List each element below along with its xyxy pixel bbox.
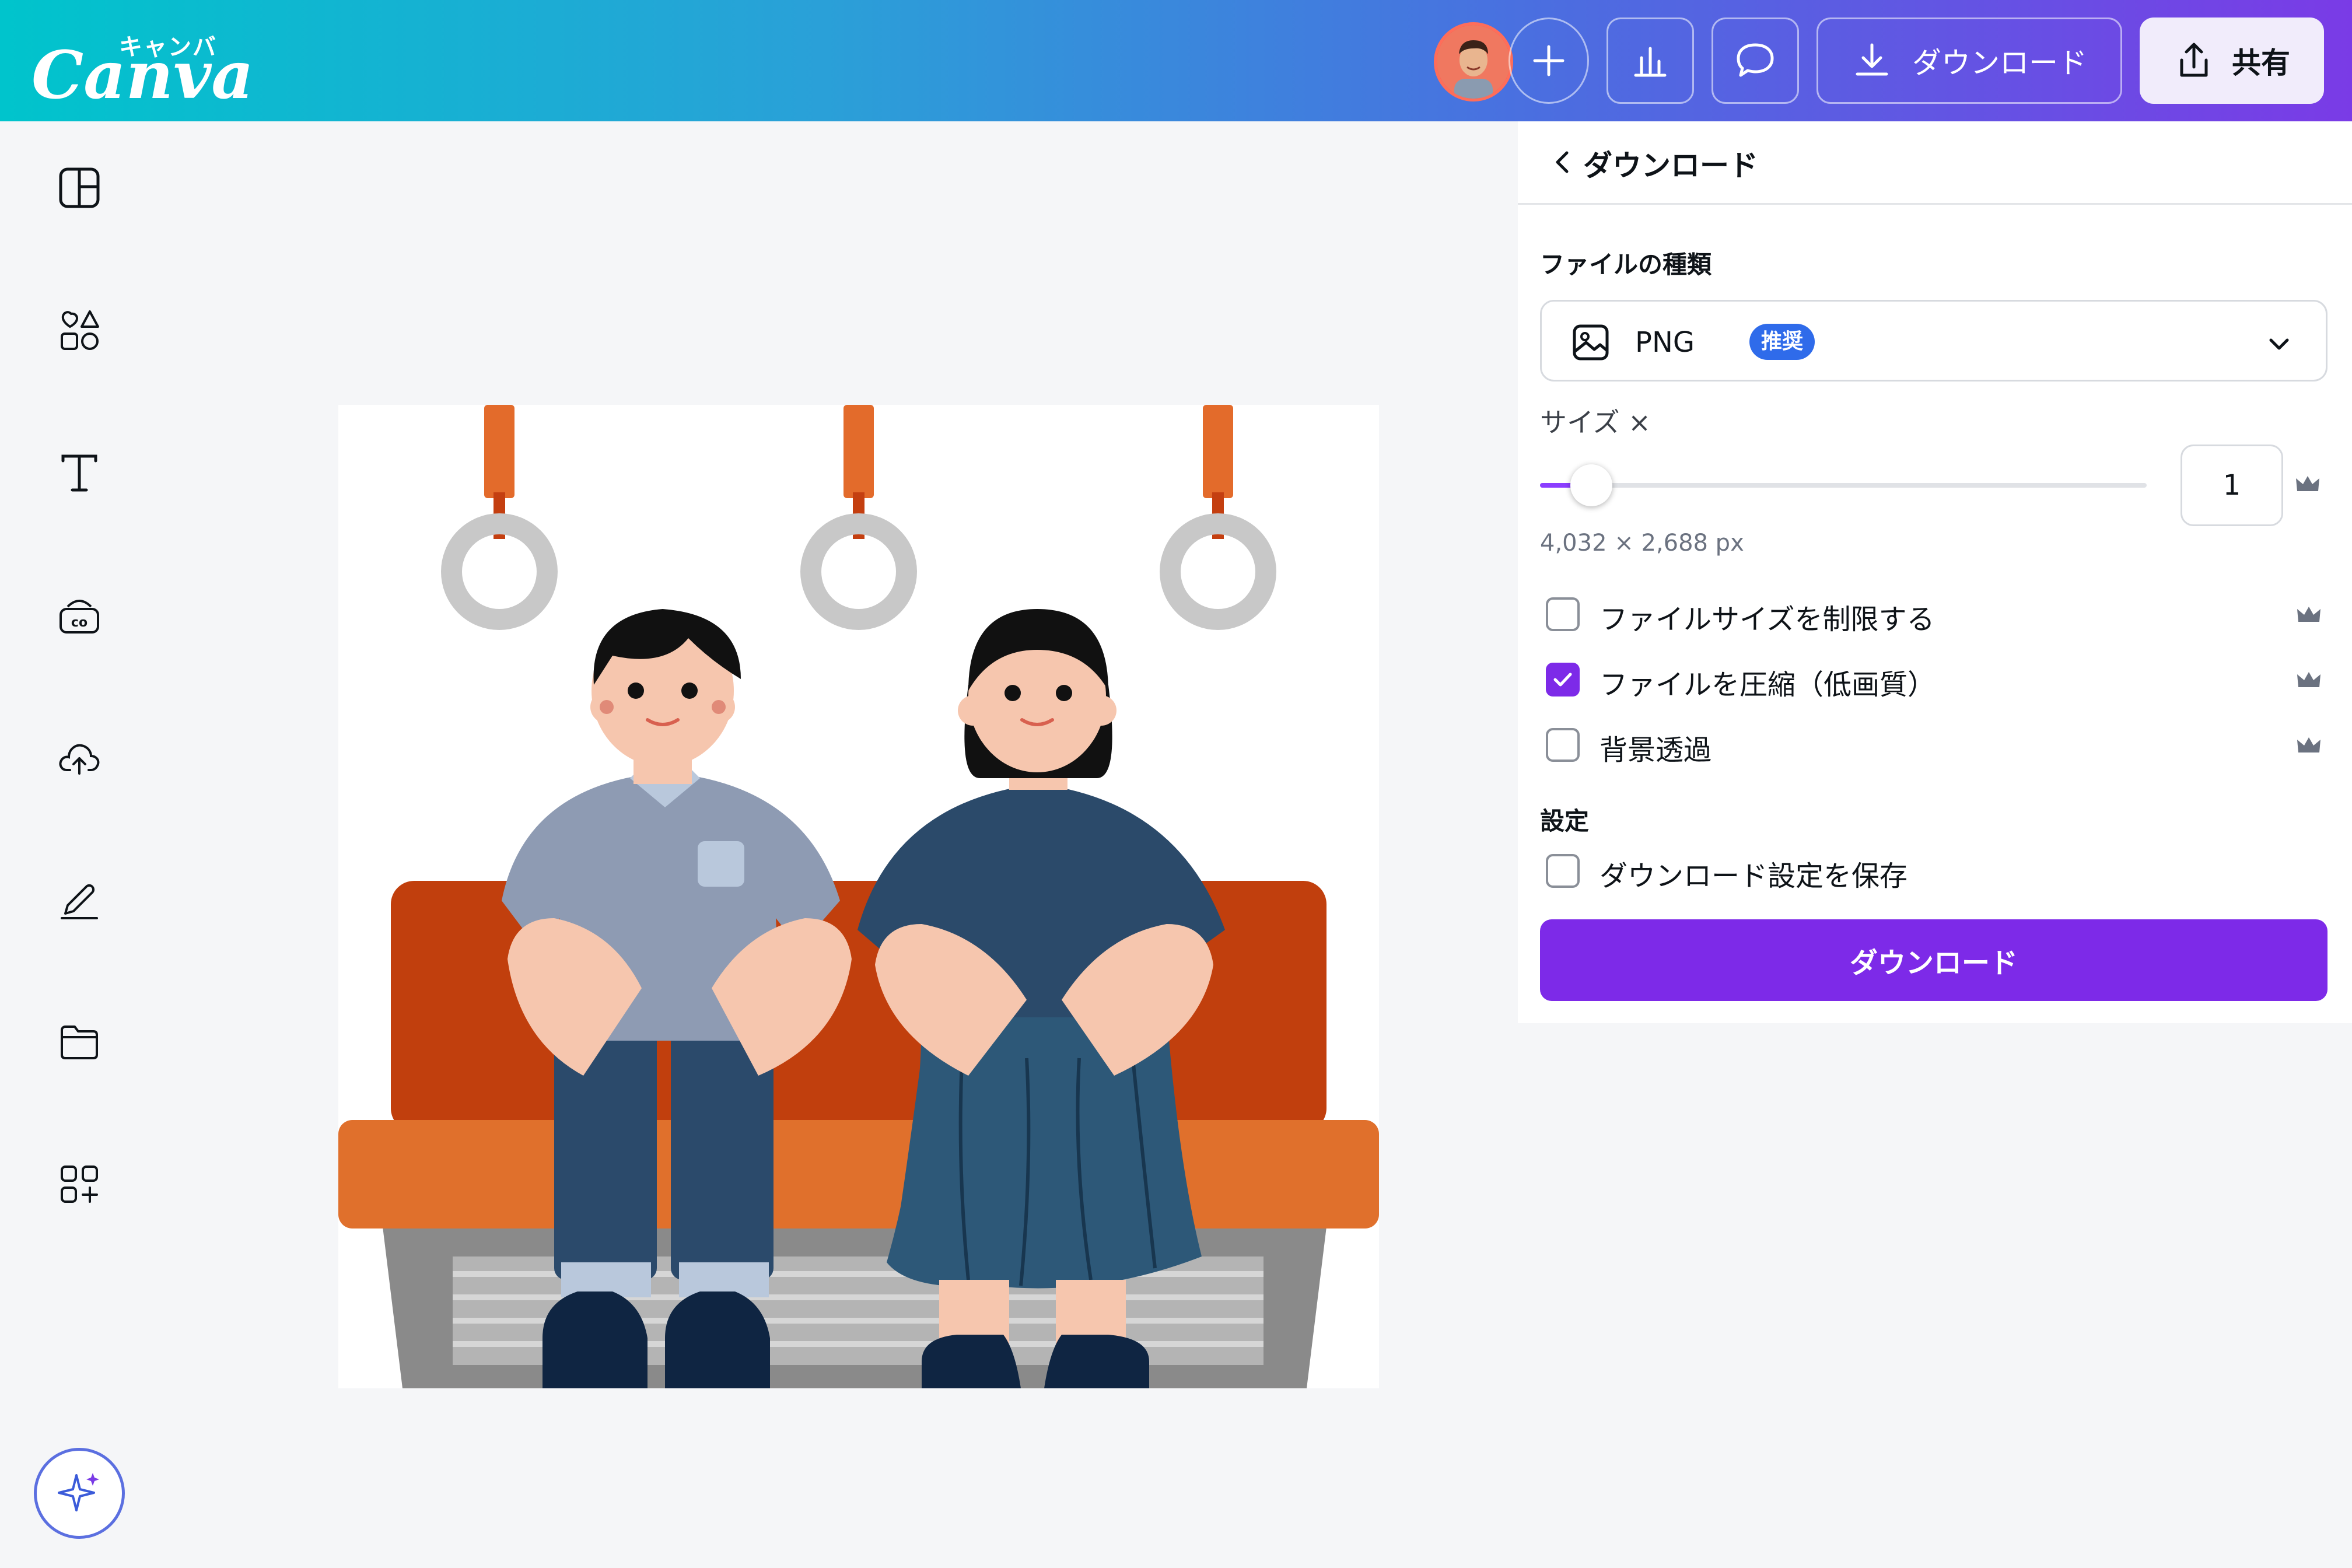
brand-icon: co xyxy=(60,600,99,634)
share-upload-icon xyxy=(2180,43,2208,77)
settings-label: 設定 xyxy=(1540,807,1590,835)
add-collaborator-button[interactable] xyxy=(1508,18,1589,104)
size-slider[interactable] xyxy=(1540,464,2147,506)
crown-icon xyxy=(2296,476,2319,491)
share-label: 共有 xyxy=(2232,46,2290,80)
rail-design-button[interactable] xyxy=(50,159,108,217)
share-button[interactable]: 共有 xyxy=(2140,18,2324,104)
svg-text:co: co xyxy=(71,615,88,630)
crown-icon xyxy=(2297,607,2320,622)
file-type-label: ファイルの種類 xyxy=(1540,250,1712,279)
text-icon xyxy=(61,454,97,492)
train-seat-icon xyxy=(338,881,1379,1388)
strap-handle-icon xyxy=(441,405,558,630)
option-checkbox[interactable] xyxy=(1546,728,1580,762)
download-panel: ダウンロード ファイルの種類 PNG 推奨 サイズ × 1 4,032 × 2,… xyxy=(1518,121,2352,1023)
avatar[interactable] xyxy=(1434,22,1513,102)
panel-title: ダウンロード xyxy=(1583,149,1758,183)
layout-icon xyxy=(59,167,100,208)
folder-icon xyxy=(61,1026,98,1059)
save-settings-row[interactable]: ダウンロード設定を保存 xyxy=(1546,850,2328,892)
cloud-upload-icon xyxy=(59,744,100,775)
option-row[interactable]: 背景透過 xyxy=(1546,724,2328,766)
option-checkbox[interactable] xyxy=(1546,663,1580,696)
rail-projects-button[interactable] xyxy=(50,1013,108,1071)
rail-apps-button[interactable] xyxy=(50,1155,108,1213)
panel-header: ダウンロード xyxy=(1518,121,2352,205)
strap-handle-icon xyxy=(800,405,917,630)
chevron-left-icon[interactable] xyxy=(1546,145,1581,180)
sparkle-icon xyxy=(58,1473,99,1511)
comments-button[interactable] xyxy=(1712,18,1799,104)
download-button[interactable]: ダウンロード xyxy=(1540,919,2328,1001)
recommended-badge: 推奨 xyxy=(1749,324,1815,360)
draw-pen-icon xyxy=(61,884,98,919)
option-row[interactable]: ファイルを圧縮（低画質） xyxy=(1546,659,2328,701)
insights-button[interactable] xyxy=(1606,18,1694,104)
option-row[interactable]: ファイルサイズを制限する xyxy=(1546,594,2328,636)
file-type-value: PNG xyxy=(1635,326,1695,359)
size-input[interactable]: 1 xyxy=(2180,444,2283,526)
option-label: ファイルを圧縮（低画質） xyxy=(1600,668,1936,701)
download-top-label: ダウンロード xyxy=(1912,46,2087,80)
top-bar: キャンバ Canva ダウンロード 共有 xyxy=(0,0,2352,121)
elements-icon xyxy=(61,310,99,350)
checkmark-icon xyxy=(1553,673,1572,687)
save-settings-checkbox[interactable] xyxy=(1546,854,1580,888)
size-label: サイズ × xyxy=(1540,407,1651,438)
comment-icon xyxy=(1737,43,1774,77)
download-icon xyxy=(1856,43,1888,76)
design-canvas[interactable] xyxy=(338,405,1379,1388)
rail-text-button[interactable] xyxy=(50,443,108,502)
rail-draw-button[interactable] xyxy=(50,870,108,929)
plus-icon xyxy=(1533,45,1564,76)
option-label: 背景透過 xyxy=(1600,734,1712,766)
download-top-button[interactable]: ダウンロード xyxy=(1817,18,2122,104)
bar-chart-icon xyxy=(1634,47,1667,77)
option-label: ファイルサイズを制限する xyxy=(1600,603,1935,636)
magic-assistant-button[interactable] xyxy=(34,1448,125,1539)
image-icon xyxy=(1573,324,1609,360)
save-settings-label: ダウンロード設定を保存 xyxy=(1600,860,1908,892)
train-illustration xyxy=(338,405,1379,1388)
strap-handle-icon xyxy=(1160,405,1276,630)
crown-icon xyxy=(2297,672,2320,687)
avatar-person-icon xyxy=(1437,25,1510,99)
rail-elements-button[interactable] xyxy=(50,301,108,359)
file-type-select[interactable]: PNG 推奨 xyxy=(1540,300,2328,382)
crown-icon xyxy=(2297,737,2320,752)
rail-uploads-button[interactable] xyxy=(50,728,108,786)
logo-wordmark: Canva xyxy=(32,37,254,114)
apps-icon xyxy=(61,1166,98,1203)
option-checkbox[interactable] xyxy=(1546,597,1580,631)
chevron-down-icon xyxy=(2269,338,2289,350)
rail-brand-button[interactable]: co xyxy=(50,586,108,644)
dimensions-text: 4,032 × 2,688 px xyxy=(1540,530,1744,556)
size-slider-thumb[interactable] xyxy=(1570,464,1612,506)
